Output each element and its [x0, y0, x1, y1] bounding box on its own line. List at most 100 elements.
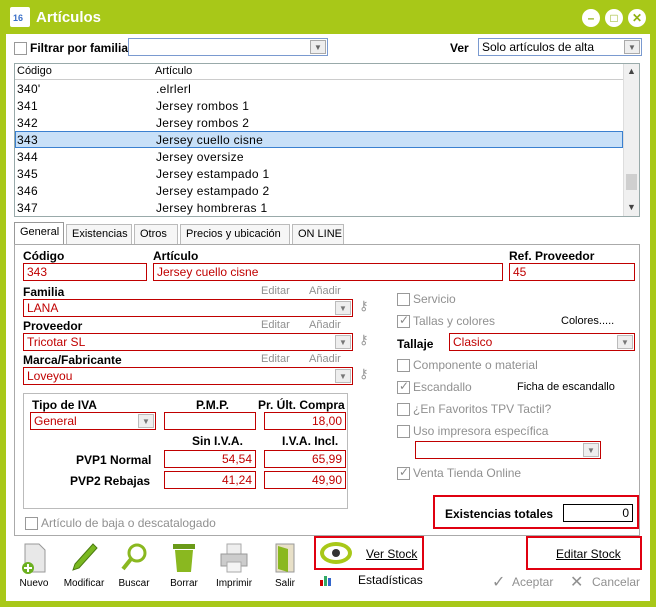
colores-link[interactable]: Colores.....	[561, 315, 614, 327]
pencil-icon	[69, 542, 99, 574]
ref-proveedor-field[interactable]: 45	[509, 263, 635, 281]
familia-value: LANA	[27, 301, 59, 315]
close-icon[interactable]: ✕	[628, 9, 646, 27]
window-client: Filtrar por familia ▼ Ver Solo artículos…	[6, 34, 650, 601]
table-row[interactable]: 344 Jersey oversize	[15, 148, 639, 165]
servicio-checkbox[interactable]	[397, 293, 410, 306]
pvp2-sin-iva-field[interactable]: 41,24	[164, 471, 256, 489]
pvp2-iva-incl-field[interactable]: 49,90	[264, 471, 346, 489]
minimize-icon[interactable]: –	[582, 9, 600, 27]
imprimir-button[interactable]: Imprimir	[212, 542, 256, 589]
row-articulo: Jersey rombos 1	[156, 99, 250, 113]
table-row[interactable]: 346 Jersey estampado 2	[15, 182, 639, 199]
scroll-down-icon[interactable]: ▼	[627, 202, 636, 212]
marca-editar-link[interactable]: Editar	[261, 353, 290, 365]
table-row-selected[interactable]: 343 Jersey cuello cisne	[15, 131, 623, 148]
familia-editar-link[interactable]: Editar	[261, 285, 290, 297]
existencias-highlight: Existencias totales 0	[433, 495, 639, 529]
tab-online[interactable]: ON LINE	[292, 224, 344, 244]
impresora-label: Uso impresora específica	[413, 424, 549, 438]
salir-button[interactable]: Salir	[268, 542, 302, 589]
row-codigo: 342	[17, 116, 38, 130]
exit-door-icon	[270, 542, 300, 574]
col-codigo-header[interactable]: Código	[17, 65, 52, 77]
borrar-button[interactable]: Borrar	[164, 542, 204, 589]
tab-precios-ubicacion[interactable]: Precios y ubicación	[180, 224, 290, 244]
table-row[interactable]: 347 Jersey hombreras 1	[15, 199, 639, 216]
existencias-field[interactable]: 0	[563, 504, 633, 522]
search-icon	[119, 542, 149, 574]
favoritos-checkbox[interactable]	[397, 403, 410, 416]
tab-otros[interactable]: Otros	[134, 224, 178, 244]
col-articulo-header[interactable]: Artículo	[155, 65, 192, 77]
table-row[interactable]: 342 Jersey rombos 2	[15, 114, 639, 131]
articulo-field[interactable]: Jersey cuello cisne	[153, 263, 503, 281]
tab-general[interactable]: General	[14, 222, 64, 244]
codigo-label: Código	[23, 249, 65, 263]
tab-existencias[interactable]: Existencias	[66, 224, 132, 244]
venta-online-checkbox[interactable]	[397, 465, 410, 480]
modificar-caption: Modificar	[63, 578, 105, 589]
chevron-down-icon: ▼	[310, 40, 326, 54]
ult-compra-label: Pr. Últ. Compra	[258, 398, 345, 412]
table-row[interactable]: 341 Jersey rombos 1	[15, 97, 639, 114]
key-icon[interactable]: ⚷	[359, 332, 369, 348]
list-scrollbar[interactable]: ▲ ▼	[623, 64, 639, 216]
tallas-colores-label: Tallas y colores	[413, 314, 496, 328]
tallaje-select[interactable]: Clasico ▼	[449, 333, 635, 351]
favoritos-label: ¿En Favoritos TPV Tactil?	[413, 402, 552, 416]
impresora-select[interactable]: ▼	[415, 441, 601, 459]
aceptar-button[interactable]: Aceptar	[512, 575, 553, 589]
pvp1-sin-iva-field[interactable]: 54,54	[164, 450, 256, 468]
marca-select[interactable]: Loveyou ▼	[23, 367, 353, 385]
proveedor-anadir-link[interactable]: Añadir	[309, 319, 341, 331]
x-cancel-icon: ✕	[570, 574, 584, 591]
row-articulo: Jersey rombos 2	[156, 116, 250, 130]
familia-anadir-link[interactable]: Añadir	[309, 285, 341, 297]
pvp2-label: PVP2 Rebajas	[70, 474, 151, 488]
row-articulo: Jersey estampado 1	[156, 167, 270, 181]
ult-compra-field[interactable]: 18,00	[264, 412, 346, 430]
estadisticas-button[interactable]: Estadísticas	[358, 573, 423, 587]
proveedor-select[interactable]: Tricotar SL ▼	[23, 333, 353, 351]
ficha-escandallo-link[interactable]: Ficha de escandallo	[517, 381, 615, 393]
ver-select[interactable]: Solo artículos de alta ▼	[478, 38, 642, 56]
componente-checkbox[interactable]	[397, 359, 410, 372]
table-row[interactable]: 340' .elrlerl	[15, 80, 639, 97]
key-icon[interactable]: ⚷	[359, 366, 369, 382]
proveedor-editar-link[interactable]: Editar	[261, 319, 290, 331]
key-icon[interactable]: ⚷	[359, 298, 369, 314]
nuevo-button[interactable]: Nuevo	[16, 542, 52, 589]
tallaje-value: Clasico	[453, 335, 493, 349]
componente-label: Componente o material	[413, 358, 538, 372]
row-codigo: 347	[17, 201, 38, 215]
pvp1-iva-incl-field[interactable]: 65,99	[264, 450, 346, 468]
cancelar-button[interactable]: Cancelar	[592, 575, 640, 589]
eye-icon	[320, 542, 352, 564]
pmp-field[interactable]	[164, 412, 256, 430]
tallas-colores-checkbox[interactable]	[397, 313, 410, 328]
scroll-up-icon[interactable]: ▲	[627, 66, 636, 76]
tipo-iva-select[interactable]: General ▼	[30, 412, 156, 430]
baja-checkbox[interactable]	[25, 517, 38, 530]
marca-anadir-link[interactable]: Añadir	[309, 353, 341, 365]
escandallo-checkbox[interactable]	[397, 379, 410, 394]
impresora-checkbox[interactable]	[397, 425, 410, 438]
ver-stock-button[interactable]: Ver Stock	[366, 547, 417, 561]
modificar-button[interactable]: Modificar	[62, 542, 106, 589]
servicio-label: Servicio	[413, 292, 456, 306]
familia-select[interactable]: LANA ▼	[23, 299, 353, 317]
buscar-button[interactable]: Buscar	[114, 542, 154, 589]
editar-stock-button[interactable]: Editar Stock	[556, 547, 621, 561]
codigo-field[interactable]: 343	[23, 263, 147, 281]
table-row[interactable]: 345 Jersey estampado 1	[15, 165, 639, 182]
familia-filter-select[interactable]: ▼	[128, 38, 328, 56]
window-title: Artículos	[36, 8, 102, 26]
filtrar-familia-checkbox[interactable]	[14, 42, 27, 55]
list-header: Código Artículo	[15, 64, 639, 80]
marca-label: Marca/Fabricante	[23, 353, 122, 367]
new-doc-icon	[19, 542, 49, 574]
iva-incl-label: I.V.A. Incl.	[282, 434, 339, 448]
maximize-icon[interactable]: □	[605, 9, 623, 27]
scroll-thumb[interactable]	[626, 174, 637, 190]
